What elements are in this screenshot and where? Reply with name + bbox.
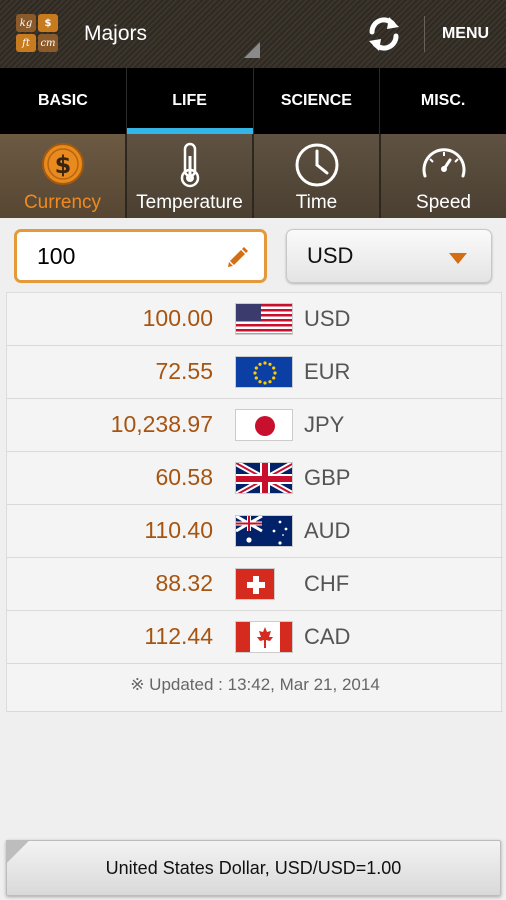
category-temperature[interactable]: Temperature: [127, 134, 254, 218]
rate-row[interactable]: 60.58 GBP: [7, 452, 503, 505]
rate-row[interactable]: 112.44 CAD: [7, 611, 503, 664]
action-bar: kg $ ft cm Majors MENU: [0, 0, 506, 68]
spinner-indicator-icon[interactable]: [244, 42, 260, 58]
app-icon-cell: kg: [16, 14, 36, 32]
australia-flag-icon: [235, 515, 293, 547]
tab-bar: BASIC LIFE SCIENCE MISC.: [0, 68, 506, 134]
rate-row[interactable]: 100.00 USD: [7, 293, 503, 346]
menu-button[interactable]: MENU: [425, 0, 506, 68]
app-logo-icon: kg $ ft cm: [16, 14, 60, 54]
category-label: Temperature: [136, 192, 243, 213]
swiss-flag-icon: [235, 568, 275, 600]
currency-dropdown[interactable]: USD: [286, 229, 492, 283]
currency-code: GBP: [304, 465, 351, 490]
category-label: Speed: [416, 192, 471, 213]
rate-row[interactable]: 88.32 CHF: [7, 558, 503, 611]
tab-misc[interactable]: MISC.: [380, 68, 506, 134]
rate-value: 110.40: [144, 517, 213, 543]
last-updated-text: ※ Updated : 13:42, Mar 21, 2014: [130, 675, 380, 694]
currency-code: CAD: [304, 624, 351, 649]
uk-flag-icon: [235, 462, 293, 494]
refresh-icon[interactable]: [364, 14, 404, 54]
tab-science[interactable]: SCIENCE: [254, 68, 381, 134]
currency-code: EUR: [304, 359, 351, 384]
currency-code: JPY: [304, 412, 345, 437]
rate-value: 60.58: [155, 464, 213, 490]
tab-label: LIFE: [172, 92, 207, 109]
currency-code: CHF: [304, 571, 350, 596]
speedometer-icon: [419, 142, 469, 193]
currency-code: USD: [304, 306, 351, 331]
pencil-icon[interactable]: [226, 245, 250, 274]
rate-value: 72.55: [155, 358, 213, 384]
tab-life[interactable]: LIFE: [126, 68, 254, 134]
clock-icon: [294, 142, 340, 193]
app-icon-cell: ft: [16, 34, 36, 52]
rates-list: 100.00 USD 72.55 EUR 10,238.97 JPY 60.58…: [6, 292, 503, 712]
japan-flag-icon: [235, 409, 293, 441]
category-label: Time: [295, 192, 338, 213]
rate-row[interactable]: 110.40 AUD: [7, 505, 503, 558]
svg-text:$: $: [54, 151, 71, 179]
rate-value: 88.32: [155, 570, 213, 596]
divider: [7, 711, 503, 712]
chevron-down-icon: [449, 253, 467, 264]
category-speed[interactable]: Speed: [381, 134, 506, 218]
app-icon-cell: cm: [38, 34, 58, 52]
selected-currency-bar[interactable]: United States Dollar, USD/USD=1.00: [6, 840, 501, 896]
eu-flag-icon: [235, 356, 293, 388]
currency-code: AUD: [304, 518, 351, 543]
category-label: Currency: [23, 192, 102, 213]
rate-row[interactable]: 72.55 EUR: [7, 346, 503, 399]
rate-value: 100.00: [142, 305, 213, 331]
rate-value: 112.44: [144, 623, 213, 649]
tab-label: MISC.: [420, 92, 466, 109]
tab-basic[interactable]: BASIC: [0, 68, 127, 134]
thermometer-icon: [168, 142, 212, 193]
category-bar: $ Currency Temperature Time Speed: [0, 134, 506, 218]
canada-flag-icon: [235, 621, 293, 653]
group-title[interactable]: Majors: [84, 22, 147, 46]
category-time[interactable]: Time: [254, 134, 381, 218]
tab-label: SCIENCE: [280, 92, 352, 109]
us-flag-icon: [235, 303, 293, 335]
selected-currency-label: United States Dollar, USD/USD=1.00: [105, 857, 402, 878]
app-icon-cell: $: [38, 14, 58, 32]
amount-value: 100: [37, 242, 76, 269]
amount-input[interactable]: 100: [14, 229, 267, 283]
category-currency[interactable]: $ Currency: [0, 134, 127, 218]
dollar-coin-icon: $: [41, 142, 85, 191]
rate-value: 10,238.97: [110, 411, 213, 437]
corner-fold-icon: [6, 840, 30, 864]
rate-row[interactable]: 10,238.97 JPY: [7, 399, 503, 452]
currency-dropdown-value: USD: [307, 243, 354, 268]
tab-label: BASIC: [37, 92, 88, 109]
